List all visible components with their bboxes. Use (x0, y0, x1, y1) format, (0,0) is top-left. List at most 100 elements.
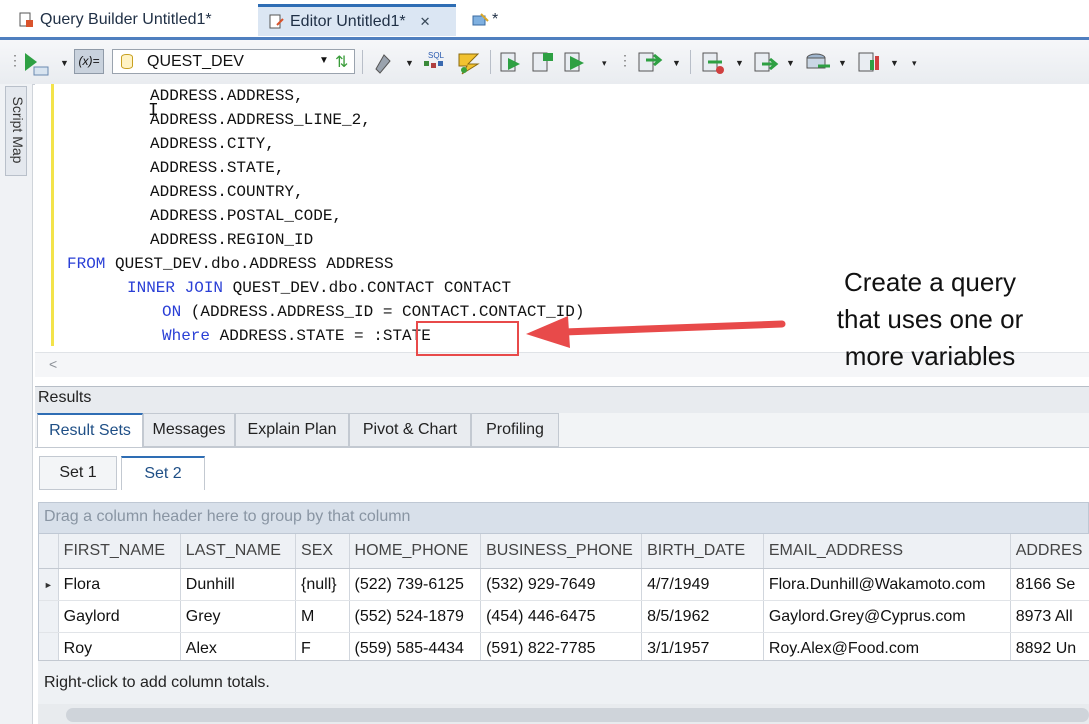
code-line-where: Where ADDRESS.STATE = :STATE (162, 324, 431, 348)
code-line: ADDRESS.ADDRESS_LINE_2, (150, 111, 371, 129)
tab-new-sql[interactable]: * (462, 4, 522, 36)
close-icon[interactable]: ✕ (420, 14, 431, 30)
table-cell[interactable]: Roy (58, 632, 181, 660)
column-header[interactable]: BUSINESS_PHONE (480, 534, 643, 569)
report-dropdown-icon[interactable]: ▼ (890, 58, 899, 68)
code-line: ADDRESS.ADDRESS, (150, 87, 304, 105)
scrollbar-thumb[interactable] (66, 708, 1089, 722)
format-dropdown-icon[interactable]: ▼ (405, 58, 414, 68)
column-header[interactable]: LAST_NAME (180, 534, 297, 569)
tab-messages[interactable]: Messages (143, 413, 235, 447)
compare-dropdown-icon[interactable]: ▼ (735, 58, 744, 68)
run-step-icon[interactable] (498, 50, 524, 76)
table-cell[interactable]: {null} (295, 568, 350, 601)
toolbar-separator (490, 50, 491, 74)
code-text: QUEST_DEV.dbo.ADDRESS ADDRESS (105, 255, 394, 273)
format-paint-icon[interactable] (372, 51, 396, 75)
current-row-icon[interactable]: ► (39, 568, 59, 601)
tab-set-2[interactable]: Set 2 (121, 456, 205, 490)
tab-result-sets[interactable]: Result Sets (37, 413, 143, 447)
variables-button[interactable]: (x)= (74, 49, 104, 74)
changed-lines-marker (51, 84, 54, 346)
keyword-on: ON (162, 303, 182, 321)
row-selector-header[interactable] (39, 534, 59, 569)
table-cell[interactable]: (532) 929-7649 (480, 568, 643, 601)
sql-magic-icon[interactable] (456, 50, 482, 76)
tab-pivot-chart[interactable]: Pivot & Chart (349, 413, 471, 447)
report-icon[interactable] (856, 50, 884, 76)
table-cell[interactable]: Gaylord (58, 600, 181, 633)
sql-optimize-icon[interactable]: SQL (422, 49, 448, 75)
refresh-icon[interactable]: ⇅ (335, 52, 348, 72)
row-selector[interactable] (39, 632, 59, 660)
connection-select[interactable]: QUEST_DEV ▼ ⇅ (112, 49, 355, 74)
results-panel-header (35, 386, 1089, 413)
column-header[interactable]: BIRTH_DATE (641, 534, 764, 569)
toolbar-separator (690, 50, 691, 74)
results-grid[interactable]: FIRST_NAME LAST_NAME SEX HOME_PHONE BUSI… (38, 534, 1089, 660)
toolbar-grip: ⋮ (8, 52, 22, 68)
column-header[interactable]: FIRST_NAME (58, 534, 181, 569)
table-cell[interactable]: (591) 822-7785 (480, 632, 643, 660)
run-script-icon[interactable] (562, 50, 588, 76)
tab-explain-plan[interactable]: Explain Plan (235, 413, 349, 447)
table-cell[interactable]: Flora.Dunhill@Wakamoto.com (763, 568, 1011, 601)
table-cell[interactable]: (559) 585-4434 (349, 632, 482, 660)
table-cell[interactable]: 4/7/1949 (641, 568, 764, 601)
table-cell[interactable]: 8/5/1962 (641, 600, 764, 633)
group-by-hint: Drag a column header here to group by th… (44, 508, 411, 525)
table-cell[interactable]: (552) 524-1879 (349, 600, 482, 633)
column-header[interactable]: HOME_PHONE (349, 534, 482, 569)
table-cell[interactable]: 8166 Se (1010, 568, 1089, 601)
sync-icon[interactable] (752, 50, 780, 76)
tab-editor[interactable]: Editor Untitled1* ✕ (258, 4, 456, 36)
run-to-cursor-icon[interactable] (530, 50, 556, 76)
table-cell[interactable]: 8973 All (1010, 600, 1089, 633)
table-cell[interactable]: Flora (58, 568, 181, 601)
table-cell[interactable]: Grey (180, 600, 297, 633)
overflow-dropdown-icon[interactable]: ▾ (912, 58, 917, 69)
table-cell[interactable]: Alex (180, 632, 297, 660)
sync-dropdown-icon[interactable]: ▼ (786, 58, 795, 68)
more-dropdown-icon[interactable]: ▾ (602, 58, 607, 69)
code-text: ADDRESS.STATE = (210, 327, 374, 345)
table-cell[interactable]: M (295, 600, 350, 633)
tab-query-builder[interactable]: Query Builder Untitled1* (8, 4, 256, 36)
deploy-icon[interactable] (804, 50, 832, 76)
tab-profiling[interactable]: Profiling (471, 413, 559, 447)
table-cell[interactable]: 8892 Un (1010, 632, 1089, 660)
code-text: QUEST_DEV.dbo.CONTACT CONTACT (223, 279, 512, 297)
table-cell[interactable]: (522) 739-6125 (349, 568, 482, 601)
code-line-from: FROM QUEST_DEV.dbo.ADDRESS ADDRESS (67, 252, 393, 276)
table-row[interactable]: Gaylord Grey M (552) 524-1879 (454) 446-… (39, 600, 1089, 633)
footer-hint: Right-click to add column totals. (44, 674, 270, 691)
row-selector[interactable] (39, 600, 59, 633)
code-line: ADDRESS.COUNTRY, (150, 183, 304, 201)
export-icon[interactable] (636, 50, 664, 76)
column-header[interactable]: EMAIL_ADDRESS (763, 534, 1011, 569)
column-header[interactable]: SEX (295, 534, 350, 569)
variable-highlight-box (416, 321, 519, 356)
table-cell[interactable]: 3/1/1957 (641, 632, 764, 660)
tab-set-1[interactable]: Set 1 (39, 456, 117, 490)
scroll-left-icon[interactable]: < (49, 356, 57, 372)
deploy-dropdown-icon[interactable]: ▼ (838, 58, 847, 68)
table-cell[interactable]: (454) 446-6475 (480, 600, 643, 633)
table-row[interactable]: Roy Alex F (559) 585-4434 (591) 822-7785… (39, 632, 1089, 660)
execute-dropdown-icon[interactable]: ▼ (60, 58, 69, 68)
column-header[interactable]: ADDRES (1010, 534, 1089, 569)
table-cell[interactable]: F (295, 632, 350, 660)
keyword-where: Where (162, 327, 211, 345)
results-table: FIRST_NAME LAST_NAME SEX HOME_PHONE BUSI… (39, 534, 1089, 660)
connection-value: QUEST_DEV (147, 53, 244, 70)
keyword-from: FROM (67, 255, 106, 273)
table-cell[interactable]: Roy.Alex@Food.com (763, 632, 1011, 660)
export-dropdown-icon[interactable]: ▼ (672, 58, 681, 68)
execute-icon[interactable] (22, 51, 52, 77)
compare-icon[interactable] (700, 50, 728, 76)
sql-new-icon (472, 13, 489, 26)
table-row[interactable]: ► Flora Dunhill {null} (522) 739-6125 (5… (39, 568, 1089, 601)
callout-line: Create a query (844, 267, 1016, 297)
table-cell[interactable]: Dunhill (180, 568, 297, 601)
table-cell[interactable]: Gaylord.Grey@Cyprus.com (763, 600, 1011, 633)
